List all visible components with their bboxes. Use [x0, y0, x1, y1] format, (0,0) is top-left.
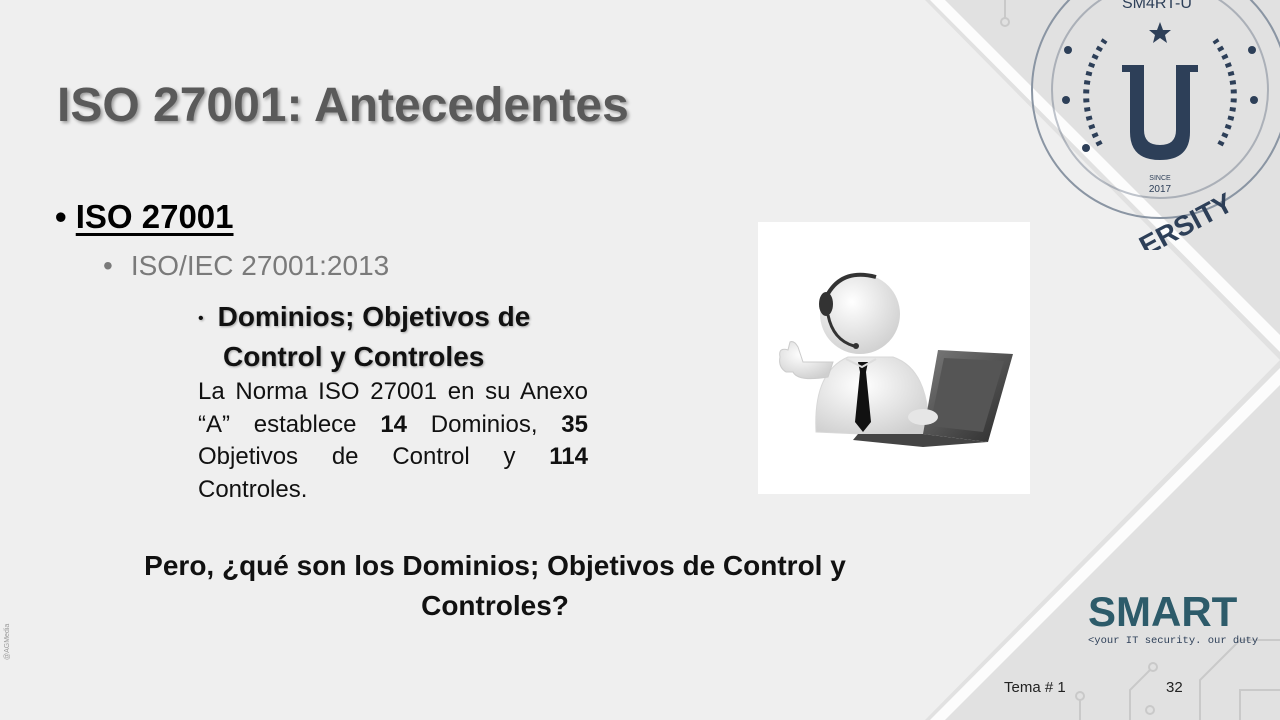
smart-logo-text: SMART	[1088, 588, 1238, 635]
bullet-marker: •	[198, 309, 204, 327]
badge-year: 2017	[1149, 184, 1172, 195]
objectives-count: 35	[561, 410, 588, 438]
bullet-level-1: • ISO 27001	[55, 198, 234, 236]
paragraph-text: Controles.	[198, 475, 308, 503]
bullet-level-3-line-2: Control y Controles	[223, 340, 485, 372]
page-number: 32	[1166, 679, 1183, 696]
description-paragraph: La Norma ISO 27001 en su Anexo “A” estab…	[198, 376, 588, 506]
bullet-level-1-text: ISO 27001	[75, 198, 234, 235]
bullet-level-3: • Dominios; Objetivos de Control y Contro…	[198, 298, 588, 376]
smart-logo: SMART <your IT security. our duty|	[1088, 588, 1258, 647]
support-agent-illustration	[758, 222, 1030, 494]
bullet-level-2-text: ISO/IEC 27001:2013	[130, 250, 390, 281]
slide-title: ISO 27001: Antecedentes	[57, 79, 629, 132]
footer-topic: Tema # 1	[1004, 679, 1066, 696]
badge-since: SINCE	[1149, 175, 1171, 182]
slide: ISO 27001: Antecedentes • ISO 27001 • ISO…	[0, 0, 1280, 720]
image-credit: @AGMedia	[4, 623, 11, 660]
controls-count: 114	[549, 443, 588, 470]
bullet-level-2: • ISO/IEC 27001:2013	[103, 250, 389, 282]
bullet-marker: •	[55, 198, 67, 235]
closing-question: Pero, ¿qué son los Dominios; Objetivos d…	[144, 550, 846, 621]
paragraph-text: Dominios,	[407, 410, 562, 438]
smart-logo-tagline: <your IT security. our duty|	[1088, 635, 1258, 647]
star-icon	[1149, 22, 1171, 43]
domains-count: 14	[380, 410, 408, 438]
paragraph-text: Objetivos de Control y	[198, 443, 550, 470]
university-badge: ★ SINCE 2017 SM4RT-U ERSITY	[1031, 0, 1280, 250]
bullet-marker: •	[103, 250, 113, 281]
bullet-level-3-line-1: Dominios; Objetivos de	[217, 301, 531, 332]
badge-top-text: SM4RT-U	[1122, 0, 1192, 12]
